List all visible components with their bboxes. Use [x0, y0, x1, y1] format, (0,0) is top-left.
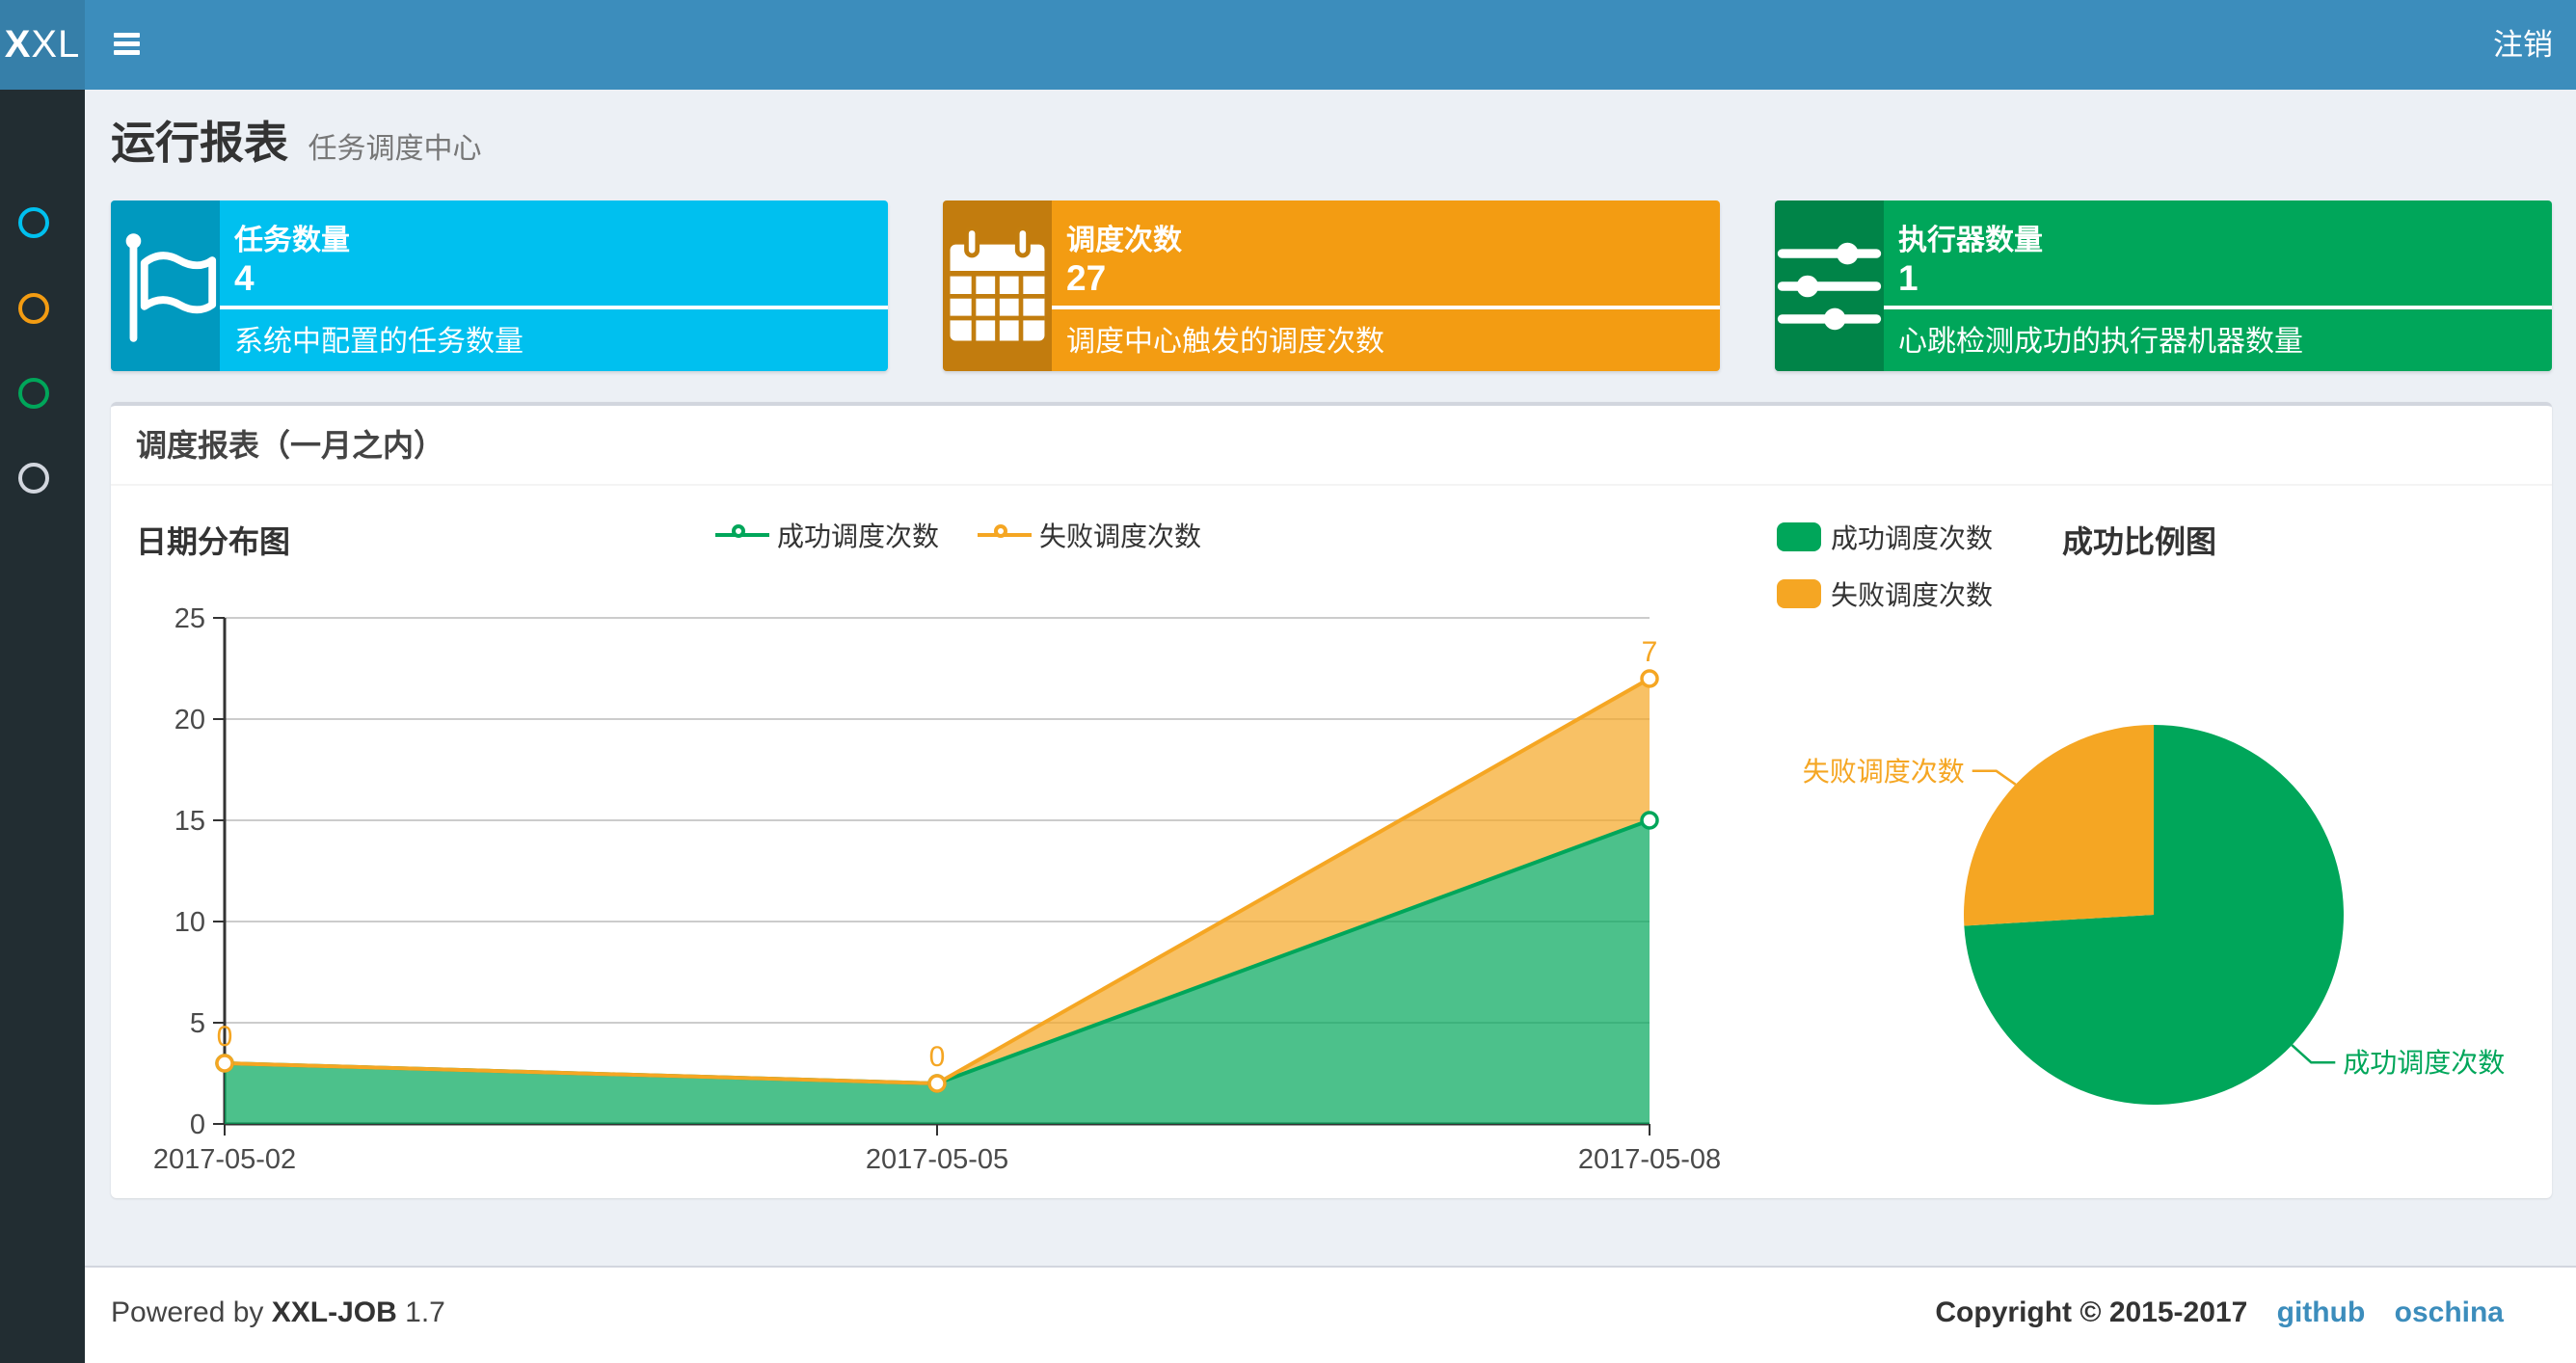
info-box-description: 系统中配置的任务数量: [234, 326, 523, 358]
logout-link[interactable]: 注销: [2493, 0, 2553, 90]
panel-title: 调度报表（一月之内）: [111, 406, 2552, 486]
circle-o-icon: [18, 378, 49, 409]
info-box-value: 4: [234, 258, 255, 298]
copyright-text: Copyright © 2015-2017: [1935, 1296, 2248, 1328]
svg-text:2017-05-05: 2017-05-05: [866, 1144, 1008, 1175]
divider: [220, 306, 888, 309]
svg-text:0: 0: [929, 1041, 946, 1073]
page-subtitle: 任务调度中心: [308, 133, 482, 165]
svg-text:7: 7: [1642, 636, 1658, 668]
copyright: Copyright © 2015-2017 github oschina: [1935, 1296, 2504, 1329]
app-version: 1.7: [405, 1296, 445, 1328]
svg-text:0: 0: [190, 1109, 205, 1140]
info-box-label: 任务数量: [234, 225, 350, 256]
app-name: XXL-JOB: [271, 1296, 397, 1328]
svg-text:15: 15: [174, 806, 205, 837]
info-box-executors: 执行器数量 1 心跳检测成功的执行器机器数量: [1775, 200, 2552, 371]
page-header: 运行报表 任务调度中心: [111, 108, 481, 172]
sidebar-item-report[interactable]: [18, 207, 49, 238]
svg-text:2017-05-08: 2017-05-08: [1578, 1144, 1721, 1175]
circle-o-icon: [18, 293, 49, 324]
pie-chart: 成功调度次数 失败调度次数: [1803, 725, 2505, 1105]
line-area-chart: 05101520252017-05-02 2017-05-05 2017-05-08…: [153, 603, 1721, 1175]
logo-bold: X: [4, 23, 32, 66]
sidebar: [0, 90, 85, 1363]
divider: [1884, 306, 2552, 309]
svg-text:失败调度次数: 失败调度次数: [1803, 757, 1965, 787]
info-box-label: 调度次数: [1066, 225, 1182, 256]
powered-by: Powered by XXL-JOB 1.7: [111, 1296, 445, 1329]
svg-text:5: 5: [190, 1008, 205, 1039]
report-panel: 调度报表（一月之内） 日期分布图 成功比例图 成功调度次数 失败调度次数 成功调…: [111, 402, 2552, 1198]
svg-text:成功调度次数: 成功调度次数: [2343, 1048, 2505, 1078]
sidebar-item-help[interactable]: [18, 463, 49, 494]
info-box-label: 执行器数量: [1898, 225, 2043, 256]
calendar-icon: [943, 200, 1052, 371]
info-box-jobs: 任务数量 4 系统中配置的任务数量: [111, 200, 888, 371]
footer: Powered by XXL-JOB 1.7 Copyright © 2015-…: [85, 1266, 2576, 1363]
github-link[interactable]: github: [2277, 1296, 2366, 1328]
circle-o-icon: [18, 463, 49, 494]
info-box-triggers: 调度次数 27 调度中心触发的调度次数: [943, 200, 1720, 371]
info-box-value: 1: [1898, 258, 1919, 298]
flag-outline-icon: [111, 200, 220, 371]
svg-text:25: 25: [174, 603, 205, 634]
info-box-value: 27: [1066, 258, 1107, 298]
logo-rest: XL: [31, 23, 81, 66]
sidebar-item-jobs[interactable]: [18, 293, 49, 324]
powered-prefix: Powered by: [111, 1296, 264, 1328]
svg-text:2017-05-02: 2017-05-02: [153, 1144, 296, 1175]
info-box-description: 调度中心触发的调度次数: [1066, 326, 1384, 358]
sidebar-toggle-icon[interactable]: [114, 33, 141, 56]
svg-text:10: 10: [174, 907, 205, 938]
page-title: 运行报表: [111, 118, 288, 168]
content-area: 运行报表 任务调度中心 任务数量 4 系统中配置的任务数量 调度次数 27 调度…: [85, 90, 2576, 1266]
svg-text:20: 20: [174, 705, 205, 735]
svg-text:0: 0: [217, 1021, 233, 1053]
sliders-icon: [1775, 200, 1884, 371]
circle-o-icon: [18, 207, 49, 238]
oschina-link[interactable]: oschina: [2395, 1296, 2504, 1328]
divider: [1052, 306, 1720, 309]
app-logo[interactable]: XXL: [0, 0, 85, 90]
top-navbar: XXL 注销: [0, 0, 2576, 90]
sidebar-item-logs[interactable]: [18, 378, 49, 409]
info-box-description: 心跳检测成功的执行器机器数量: [1898, 326, 2303, 358]
